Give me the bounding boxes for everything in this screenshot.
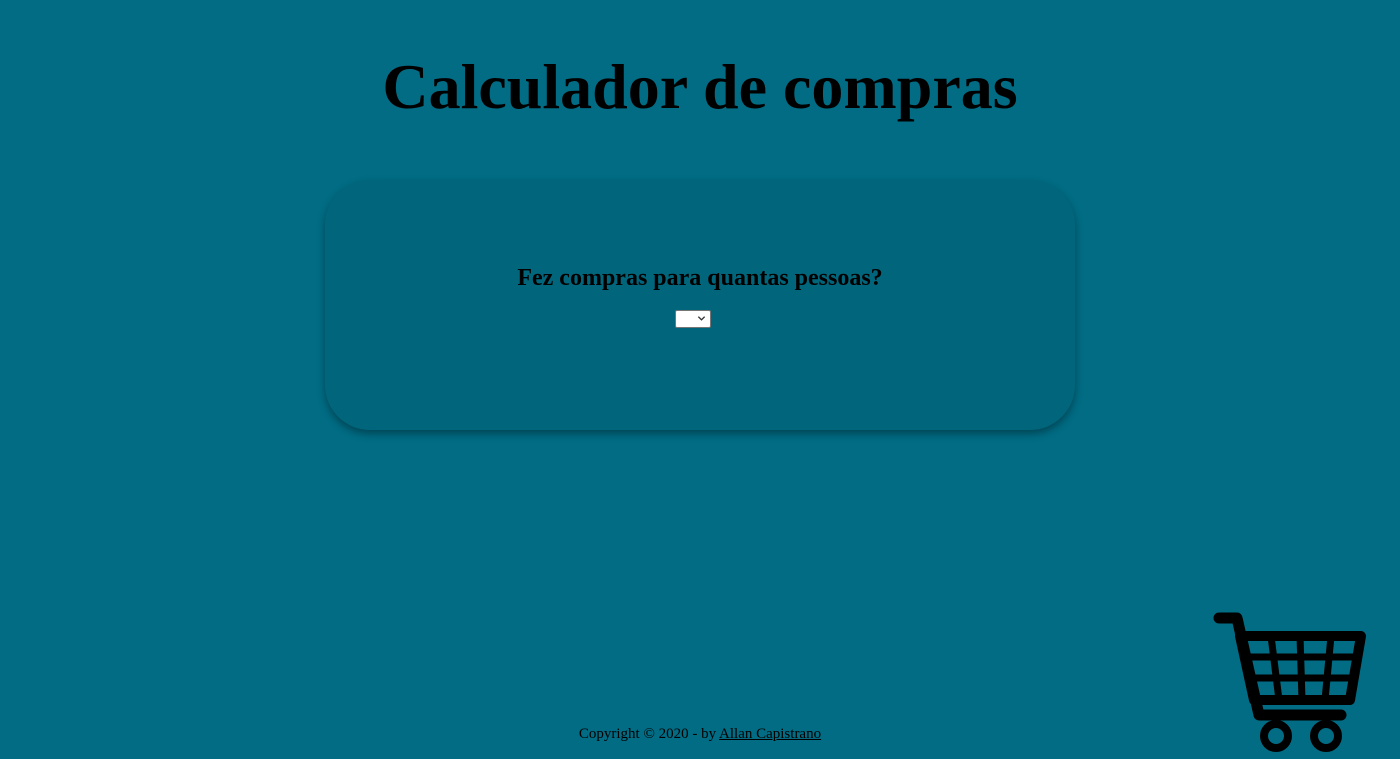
people-question: Fez compras para quantas pessoas? (517, 265, 883, 291)
author-link[interactable]: Allan Capistrano (719, 726, 821, 742)
people-select[interactable] (675, 310, 711, 328)
footer: Copyright © 2020 - by Allan Capistrano (0, 724, 1400, 744)
page-title: Calculador de compras (382, 51, 1018, 122)
people-card: Fez compras para quantas pessoas? (325, 180, 1075, 430)
chevron-down-icon (697, 316, 706, 321)
shopping-cart-icon (1213, 612, 1366, 752)
copyright-text: Copyright © 2020 - by (578, 726, 720, 742)
